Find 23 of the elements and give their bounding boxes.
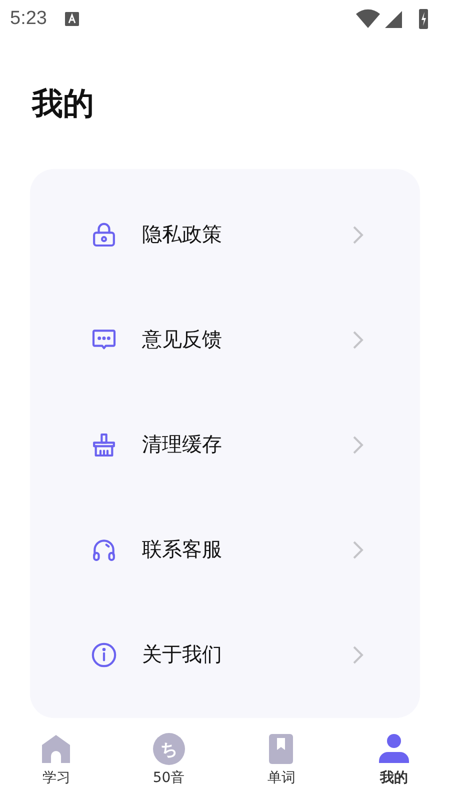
chevron-right-icon	[352, 224, 364, 244]
menu-item[interactable]: 关于我们	[142, 641, 328, 668]
menu-item[interactable]: 意见反馈	[142, 326, 328, 353]
person-icon	[378, 733, 410, 765]
menu-item[interactable]: 清理缓存	[142, 431, 328, 458]
page-title: 我的	[32, 85, 95, 124]
chevron-right-icon	[352, 540, 364, 560]
broom-icon	[90, 430, 118, 458]
lock-icon	[90, 220, 118, 248]
home-icon	[40, 733, 72, 765]
chevron-right-icon	[352, 644, 364, 664]
chevron-right-icon	[352, 330, 364, 350]
chevron-right-icon	[352, 434, 364, 454]
menu-item[interactable]: 隐私政策	[142, 221, 328, 248]
menu-item[interactable]: 联系客服	[142, 536, 328, 563]
status-time: 5:23	[10, 8, 47, 30]
info-icon	[90, 640, 118, 668]
tab-item[interactable]: ち 50音	[112, 720, 225, 800]
kana-icon: ち	[152, 733, 185, 765]
tab-item[interactable]: 我的	[338, 720, 450, 800]
tab-item[interactable]: 单词	[225, 720, 338, 800]
notification-icon	[64, 12, 79, 26]
tab-item[interactable]: 学习	[0, 720, 112, 800]
